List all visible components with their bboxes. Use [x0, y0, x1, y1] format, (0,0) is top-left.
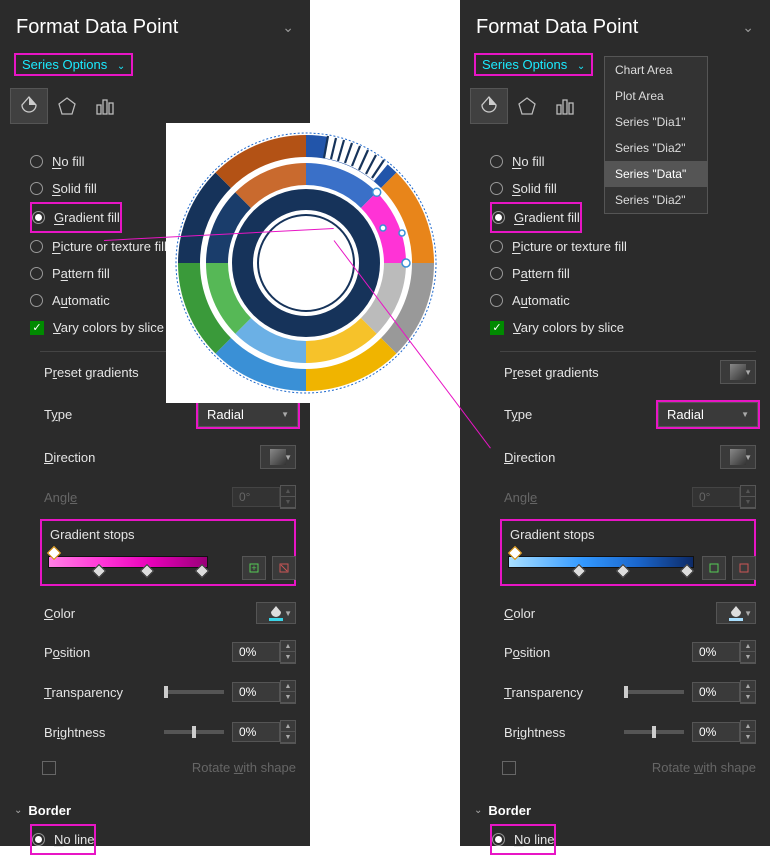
brightness-slider[interactable] — [164, 730, 224, 734]
pane-title-text: Format Data Point — [16, 16, 178, 39]
brightness-spinner[interactable]: 0%▲▼ — [232, 720, 296, 744]
position-spinner[interactable]: 0%▲▼ — [692, 640, 756, 664]
collapse-icon[interactable]: ⌄ — [742, 19, 754, 36]
pane-title: Format Data Point ⌄ — [0, 0, 310, 53]
gradient-stops-slider[interactable] — [48, 548, 208, 576]
transparency-slider[interactable] — [164, 690, 224, 694]
position-spinner[interactable]: 0%▲▼ — [232, 640, 296, 664]
border-header[interactable]: ⌄Border — [0, 783, 310, 824]
series-category-icon[interactable] — [86, 88, 124, 124]
transparency-row: Transparency 0%▲▼ — [0, 672, 310, 712]
no-line-radio[interactable]: No line — [32, 826, 94, 853]
gradient-stops-label: Gradient stops — [48, 525, 288, 548]
rotate-with-shape-row: ✓Rotate with shape — [0, 752, 310, 783]
preset-gradients-dropdown[interactable]: ▼ — [720, 360, 756, 384]
pane-title-text: Format Data Point — [476, 16, 638, 39]
series-options-button[interactable]: Series Options ⌄ — [14, 53, 133, 76]
series-options-label: Series Options — [22, 57, 107, 72]
remove-stop-button[interactable] — [272, 556, 296, 580]
chevron-down-icon: ⌄ — [577, 61, 585, 72]
brightness-row: Brightness 0%▲▼ — [460, 712, 770, 752]
direction-dropdown[interactable]: ▼ — [260, 445, 296, 469]
add-stop-button[interactable] — [702, 556, 726, 580]
automatic-fill-radio[interactable]: Automatic — [490, 287, 756, 314]
brightness-spinner[interactable]: 0%▲▼ — [692, 720, 756, 744]
series-options-menu[interactable]: Chart Area Plot Area Series "Dia1" Serie… — [604, 56, 708, 214]
type-value: Radial — [207, 407, 244, 422]
menu-item-selected[interactable]: Series "Data" — [605, 161, 707, 187]
transparency-spinner[interactable]: 0%▲▼ — [232, 680, 296, 704]
brightness-slider[interactable] — [624, 730, 684, 734]
fill-category-icon[interactable] — [470, 88, 508, 124]
remove-stop-button[interactable] — [732, 556, 756, 580]
menu-item[interactable]: Series "Dia1" — [605, 109, 707, 135]
color-row: Color ▼ — [0, 594, 310, 632]
angle-spinner: 0°▲▼ — [232, 485, 296, 509]
gradient-stops-label: Gradient stops — [508, 525, 748, 548]
no-line-radio[interactable]: No line — [492, 826, 554, 853]
color-picker-button[interactable]: ▼ — [716, 602, 756, 624]
menu-item[interactable]: Series "Dia2" — [605, 135, 707, 161]
series-category-icon[interactable] — [546, 88, 584, 124]
transparency-row: Transparency 0%▲▼ — [460, 672, 770, 712]
pattern-fill-radio[interactable]: Pattern fill — [490, 260, 756, 287]
position-row: Position 0%▲▼ — [0, 632, 310, 672]
preset-gradients-row: Preset gradients ▼ — [460, 352, 770, 392]
gradient-fill-radio[interactable]: Gradient fill — [32, 204, 120, 231]
angle-row: Angle 0°▲▼ — [460, 477, 770, 517]
effects-category-icon[interactable] — [508, 88, 546, 124]
series-options-button[interactable]: Series Options ⌄ — [474, 53, 593, 76]
type-dropdown[interactable]: Radial▼ — [198, 402, 298, 427]
pane-title: Format Data Point ⌄ — [460, 0, 770, 53]
color-row: Color ▼ — [460, 594, 770, 632]
direction-row: Direction ▼ — [0, 437, 310, 477]
menu-item[interactable]: Series "Dia2" — [605, 187, 707, 213]
transparency-spinner[interactable]: 0%▲▼ — [692, 680, 756, 704]
series-options-label: Series Options — [482, 57, 567, 72]
gradient-stops-slider[interactable] — [508, 548, 694, 576]
menu-item[interactable]: Plot Area — [605, 83, 707, 109]
type-value: Radial — [667, 407, 704, 422]
transparency-slider[interactable] — [624, 690, 684, 694]
border-header[interactable]: ⌄Border — [460, 783, 770, 824]
add-stop-button[interactable]: + — [242, 556, 266, 580]
collapse-icon[interactable]: ⌄ — [282, 19, 294, 36]
effects-category-icon[interactable] — [48, 88, 86, 124]
fill-category-icon[interactable] — [10, 88, 48, 124]
chevron-down-icon: ⌄ — [117, 61, 125, 72]
brightness-row: Brightness 0%▲▼ — [0, 712, 310, 752]
angle-spinner: 0°▲▼ — [692, 485, 756, 509]
rotate-with-shape-row: ✓Rotate with shape — [460, 752, 770, 783]
angle-row: Angle 0°▲▼ — [0, 477, 310, 517]
type-dropdown[interactable]: Radial▼ — [658, 402, 758, 427]
color-picker-button[interactable]: ▼ — [256, 602, 296, 624]
direction-row: Direction ▼ — [460, 437, 770, 477]
position-row: Position 0%▲▼ — [460, 632, 770, 672]
chart-preview — [166, 123, 446, 403]
vary-colors-check[interactable]: ✓Vary colors by slice — [490, 314, 756, 341]
gradient-fill-radio[interactable]: Gradient fill — [492, 204, 580, 231]
direction-dropdown[interactable]: ▼ — [720, 445, 756, 469]
svg-text:+: + — [251, 563, 256, 573]
picture-fill-radio[interactable]: Picture or texture fill — [490, 233, 756, 260]
menu-item[interactable]: Chart Area — [605, 57, 707, 83]
